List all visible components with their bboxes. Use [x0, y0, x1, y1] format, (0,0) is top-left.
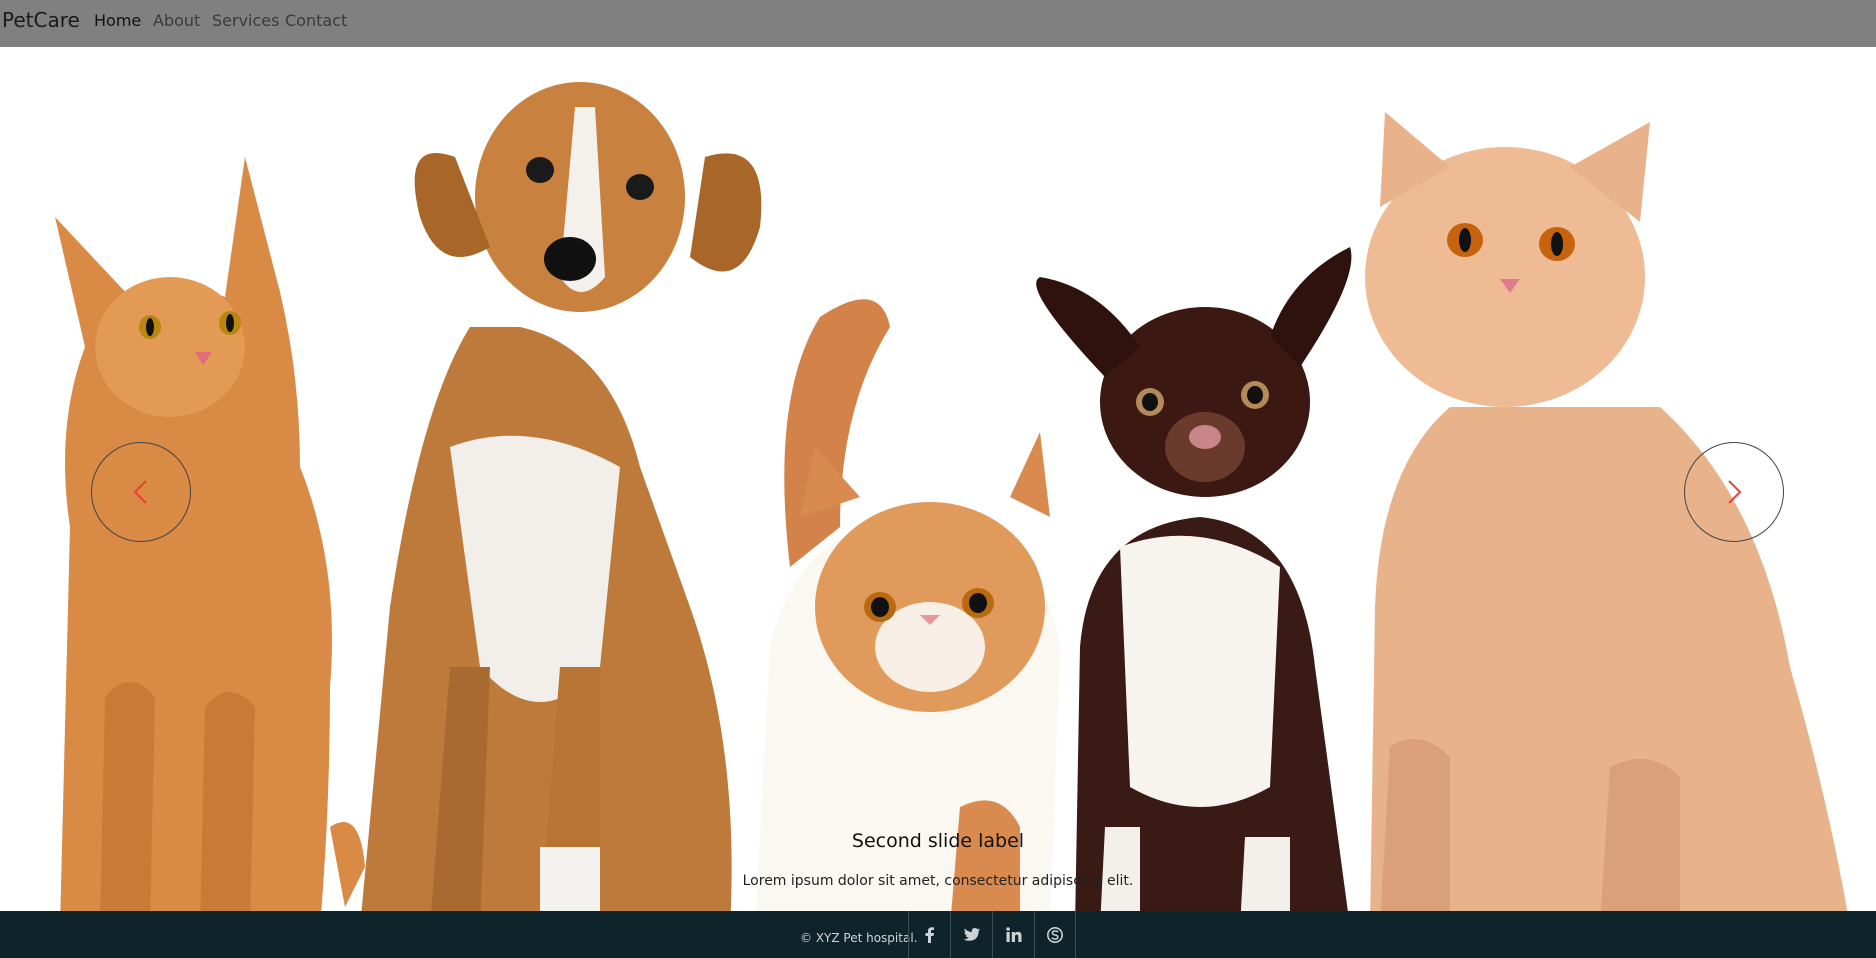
hero-carousel	[0, 47, 1876, 911]
nav-link-about[interactable]: About	[153, 11, 200, 30]
footer-copyright: © XYZ Pet hospital.	[800, 931, 918, 945]
site-footer: © XYZ Pet hospital.	[0, 911, 1876, 958]
chevron-left-icon	[133, 480, 147, 504]
nav-link-services[interactable]: Services	[212, 11, 279, 30]
facebook-link[interactable]	[908, 911, 950, 958]
chevron-right-icon	[1728, 480, 1742, 504]
carousel-caption-title: Second slide label	[851, 830, 1025, 852]
linkedin-link[interactable]	[992, 911, 1034, 958]
linkedin-icon	[1005, 926, 1021, 942]
nav-link-home[interactable]: Home	[94, 11, 141, 30]
top-navbar: PetCare Home About Services Contact	[0, 0, 1876, 47]
brand-logo[interactable]: PetCare	[2, 8, 80, 32]
twitter-icon	[963, 927, 980, 941]
skype-link[interactable]	[1034, 911, 1076, 958]
skype-icon	[1047, 926, 1063, 943]
carousel-prev-button[interactable]	[91, 442, 191, 542]
nav-link-contact[interactable]: Contact	[285, 11, 347, 30]
carousel-next-button[interactable]	[1684, 442, 1784, 542]
pets-hero-image	[0, 47, 1876, 911]
facebook-icon	[925, 926, 934, 943]
twitter-link[interactable]	[950, 911, 992, 958]
carousel-caption-text: Lorem ipsum dolor sit amet, consectetur …	[742, 873, 1134, 889]
